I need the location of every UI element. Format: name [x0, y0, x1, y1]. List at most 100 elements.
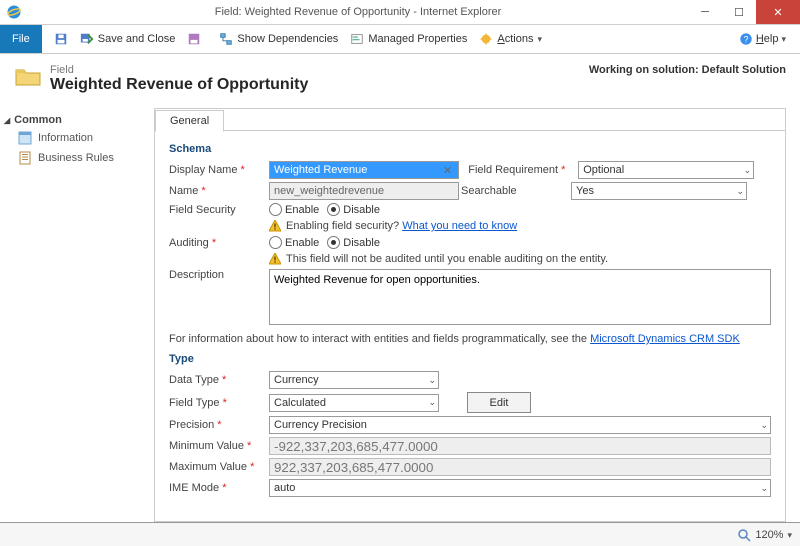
chevron-down-icon: ⌄: [760, 483, 768, 494]
window-maximize-button[interactable]: ☐: [722, 0, 756, 24]
help-button[interactable]: ? Help ▾: [733, 25, 792, 53]
name-input[interactable]: [269, 182, 459, 200]
help-icon: ?: [739, 32, 753, 46]
label-name: Name: [169, 185, 269, 197]
max-value-input[interactable]: [269, 458, 771, 476]
sidebar-group-common[interactable]: ◢ Common: [4, 112, 154, 128]
svg-text:?: ?: [743, 35, 748, 45]
data-type-select[interactable]: Currency ⌄: [269, 371, 439, 389]
page-header: Field Weighted Revenue of Opportunity Wo…: [0, 54, 800, 108]
field-security-info-link[interactable]: What you need to know: [402, 220, 517, 232]
collapse-icon: ◢: [4, 116, 10, 125]
file-menu[interactable]: File: [0, 25, 42, 53]
searchable-select[interactable]: Yes ⌄: [571, 182, 747, 200]
ie-icon: [6, 4, 22, 20]
magnifier-icon: [738, 529, 751, 542]
auditing-warning-text: This field will not be audited until you…: [286, 253, 608, 265]
save-close-icon: [80, 32, 94, 46]
chevron-down-icon: ▾: [781, 34, 786, 45]
select-value: Currency Precision: [274, 419, 367, 431]
entity-label: Field: [50, 64, 308, 76]
warning-icon: [269, 220, 281, 232]
select-value: auto: [274, 482, 295, 494]
select-value: Calculated: [274, 397, 326, 409]
label-max-value: Maximum Value: [169, 461, 269, 473]
chevron-down-icon: ▾: [537, 34, 542, 45]
sidebar-group-label: Common: [14, 114, 62, 126]
folder-icon: [14, 64, 42, 88]
precision-select[interactable]: Currency Precision ⌄: [269, 416, 771, 434]
select-value: Currency: [274, 374, 319, 386]
save-button[interactable]: [48, 25, 74, 53]
window-titlebar: Field: Weighted Revenue of Opportunity -…: [0, 0, 800, 25]
save-icon: [54, 32, 68, 46]
section-schema: Schema: [169, 143, 771, 155]
page-title: Weighted Revenue of Opportunity: [50, 76, 308, 94]
section-type: Type: [169, 353, 771, 365]
chevron-down-icon: ⌄: [744, 165, 752, 176]
save-and-close-label: Save and Close: [98, 33, 176, 45]
select-value: Optional: [583, 164, 624, 176]
sdk-info-text: For information about how to interact wi…: [169, 333, 771, 345]
label-field-requirement: Field Requirement: [468, 164, 578, 176]
show-dependencies-label: Show Dependencies: [237, 33, 338, 45]
display-name-input[interactable]: [269, 161, 459, 179]
saveas-icon: [187, 32, 201, 46]
label-field-security: Field Security: [169, 204, 269, 216]
crm-sdk-link[interactable]: Microsoft Dynamics CRM SDK: [590, 333, 740, 345]
actions-menu[interactable]: Actions ▾: [473, 25, 548, 53]
show-dependencies-button[interactable]: Show Dependencies: [213, 25, 344, 53]
dependencies-icon: [219, 32, 233, 46]
zoom-value: 120%: [755, 529, 783, 541]
label-data-type: Data Type: [169, 374, 269, 386]
managed-properties-label: Managed Properties: [368, 33, 467, 45]
radio-label: Enable: [285, 204, 319, 216]
form-panel: General Schema Display Name ✕ Field Requ…: [154, 108, 786, 522]
saveas-button[interactable]: [181, 25, 207, 53]
radio-label: Enable: [285, 237, 319, 249]
managed-properties-button[interactable]: Managed Properties: [344, 25, 473, 53]
chevron-down-icon: ▾: [787, 530, 792, 541]
window-close-button[interactable]: ✕: [756, 0, 800, 24]
form-icon: [18, 131, 32, 145]
edit-field-type-button[interactable]: Edit: [467, 392, 531, 413]
sidebar-item-label: Business Rules: [38, 152, 114, 164]
chevron-down-icon: ⌄: [736, 186, 744, 197]
ime-mode-select[interactable]: auto ⌄: [269, 479, 771, 497]
window-minimize-button[interactable]: ─: [688, 0, 722, 24]
field-requirement-select[interactable]: Optional ⌄: [578, 161, 754, 179]
sidebar-item-business-rules[interactable]: Business Rules: [4, 148, 154, 168]
chevron-down-icon: ⌄: [760, 420, 768, 431]
zoom-control[interactable]: 120% ▾: [738, 529, 792, 542]
save-and-close-button[interactable]: Save and Close: [74, 25, 182, 53]
rules-icon: [18, 151, 32, 165]
toolbar: File Save and Close Show Dependencies Ma…: [0, 25, 800, 54]
info-text: For information about how to interact wi…: [169, 333, 590, 345]
label-min-value: Minimum Value: [169, 440, 269, 452]
field-type-select[interactable]: Calculated ⌄: [269, 394, 439, 412]
radio-label: Disable: [343, 237, 380, 249]
label-ime-mode: IME Mode: [169, 482, 269, 494]
label-precision: Precision: [169, 419, 269, 431]
label-field-type: Field Type: [169, 397, 269, 409]
actions-icon: [479, 32, 493, 46]
sidebar-item-information[interactable]: Information: [4, 128, 154, 148]
label-description: Description: [169, 269, 269, 281]
min-value-input[interactable]: [269, 437, 771, 455]
chevron-down-icon: ⌄: [428, 397, 436, 408]
sidebar-item-label: Information: [38, 132, 93, 144]
description-input[interactable]: [269, 269, 771, 325]
label-auditing: Auditing: [169, 237, 269, 249]
label-display-name: Display Name: [169, 164, 269, 176]
clear-icon[interactable]: ✕: [443, 164, 452, 177]
managed-props-icon: [350, 32, 364, 46]
warning-text: Enabling field security?: [286, 220, 402, 232]
radio-label: Disable: [343, 204, 380, 216]
field-security-disable-radio[interactable]: Disable: [327, 203, 380, 216]
chevron-down-icon: ⌄: [428, 375, 436, 386]
select-value: Yes: [576, 185, 594, 197]
tab-general[interactable]: General: [155, 110, 224, 132]
auditing-disable-radio[interactable]: Disable: [327, 236, 380, 249]
field-security-enable-radio[interactable]: Enable: [269, 203, 319, 216]
auditing-enable-radio[interactable]: Enable: [269, 236, 319, 249]
